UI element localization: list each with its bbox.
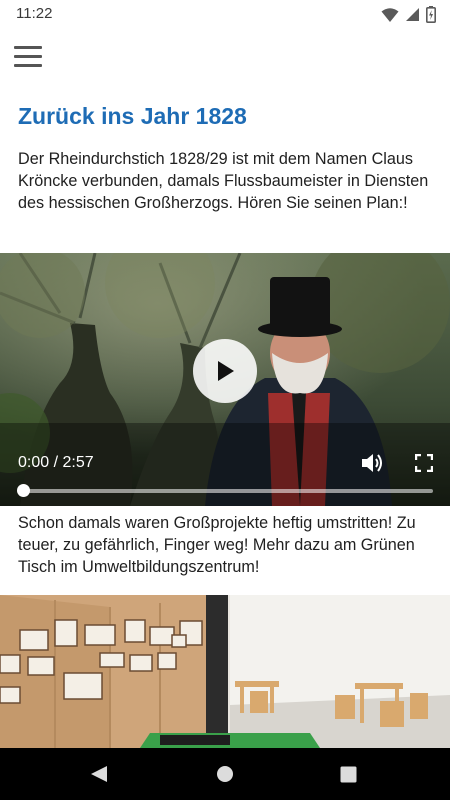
hamburger-menu-icon[interactable]: [14, 46, 42, 70]
status-bar: 11:22: [0, 0, 450, 28]
fullscreen-icon[interactable]: [415, 454, 433, 472]
play-button[interactable]: [193, 339, 257, 403]
page-title: Zurück ins Jahr 1828: [18, 103, 247, 129]
battery-icon: [426, 6, 436, 23]
volume-icon[interactable]: [360, 451, 384, 475]
video-time-display: 0:00 / 2:57: [18, 454, 94, 471]
wifi-icon: [381, 7, 399, 22]
second-paragraph: Schon damals waren Großprojekte heftig u…: [18, 514, 416, 576]
video-progress-bar[interactable]: [22, 489, 433, 493]
status-time: 11:22: [16, 5, 53, 22]
exhibition-photo: [0, 595, 450, 748]
intro-paragraph: Der Rheindurchstich 1828/29 ist mit dem …: [18, 150, 429, 212]
back-icon[interactable]: [90, 765, 108, 783]
cell-signal-icon: [406, 8, 419, 21]
play-icon: [218, 361, 234, 381]
recents-icon[interactable]: [340, 766, 357, 783]
status-icons: [381, 6, 436, 23]
video-progress-handle[interactable]: [17, 484, 30, 497]
exhibition-image: [0, 595, 450, 748]
home-icon[interactable]: [216, 765, 234, 783]
